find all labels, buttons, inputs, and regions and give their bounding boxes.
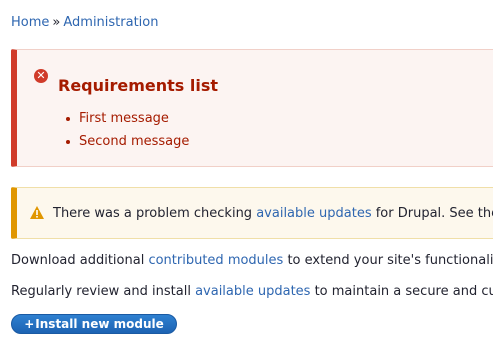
paragraph-text: Regularly review and install [11,284,196,299]
paragraph-text: to extend your site's functionality [283,253,493,268]
breadcrumb-separator: » [52,15,61,30]
error-message-item: Second message [66,130,190,153]
bullet-icon [66,117,70,121]
error-message-title: Requirements list [58,76,219,95]
available-updates-link[interactable]: available updates [195,284,310,299]
bullet-icon [66,140,70,144]
available-updates-paragraph: Regularly review and install available u… [11,283,493,301]
page: Home» Administration ✕ Requirements list … [0,0,493,342]
breadcrumb-home-link[interactable]: Home [11,15,49,30]
error-message-list: First message Second message [66,107,190,153]
breadcrumb: Home» Administration [11,14,159,32]
error-message-item-text: First message [79,111,169,126]
warning-triangle-icon [30,206,44,219]
error-message-item: First message [66,107,189,130]
plus-icon: + [24,317,35,331]
paragraph-text: to maintain a secure and curre [314,284,493,299]
error-x-icon: ✕ [34,69,48,83]
error-message-item-text: Second message [79,134,190,149]
paragraph-text: Download additional [11,253,149,268]
warning-message: There was a problem checking available u… [11,187,493,239]
contributed-modules-link[interactable]: contributed modules [148,253,283,268]
contributed-modules-paragraph: Download additional contributed modules … [11,252,493,270]
install-new-module-button[interactable]: +Install new module [11,314,177,334]
warning-message-text: There was a problem checking available u… [53,205,493,223]
warning-text-before: There was a problem checking [53,206,257,221]
error-message: ✕ Requirements list First message Second… [11,49,493,167]
breadcrumb-administration-link[interactable]: Administration [63,15,158,30]
warning-available-updates-link[interactable]: available updates [256,206,371,221]
warning-text-after: for Drupal. See the [371,206,493,221]
install-new-module-label: Install new module [35,317,164,331]
